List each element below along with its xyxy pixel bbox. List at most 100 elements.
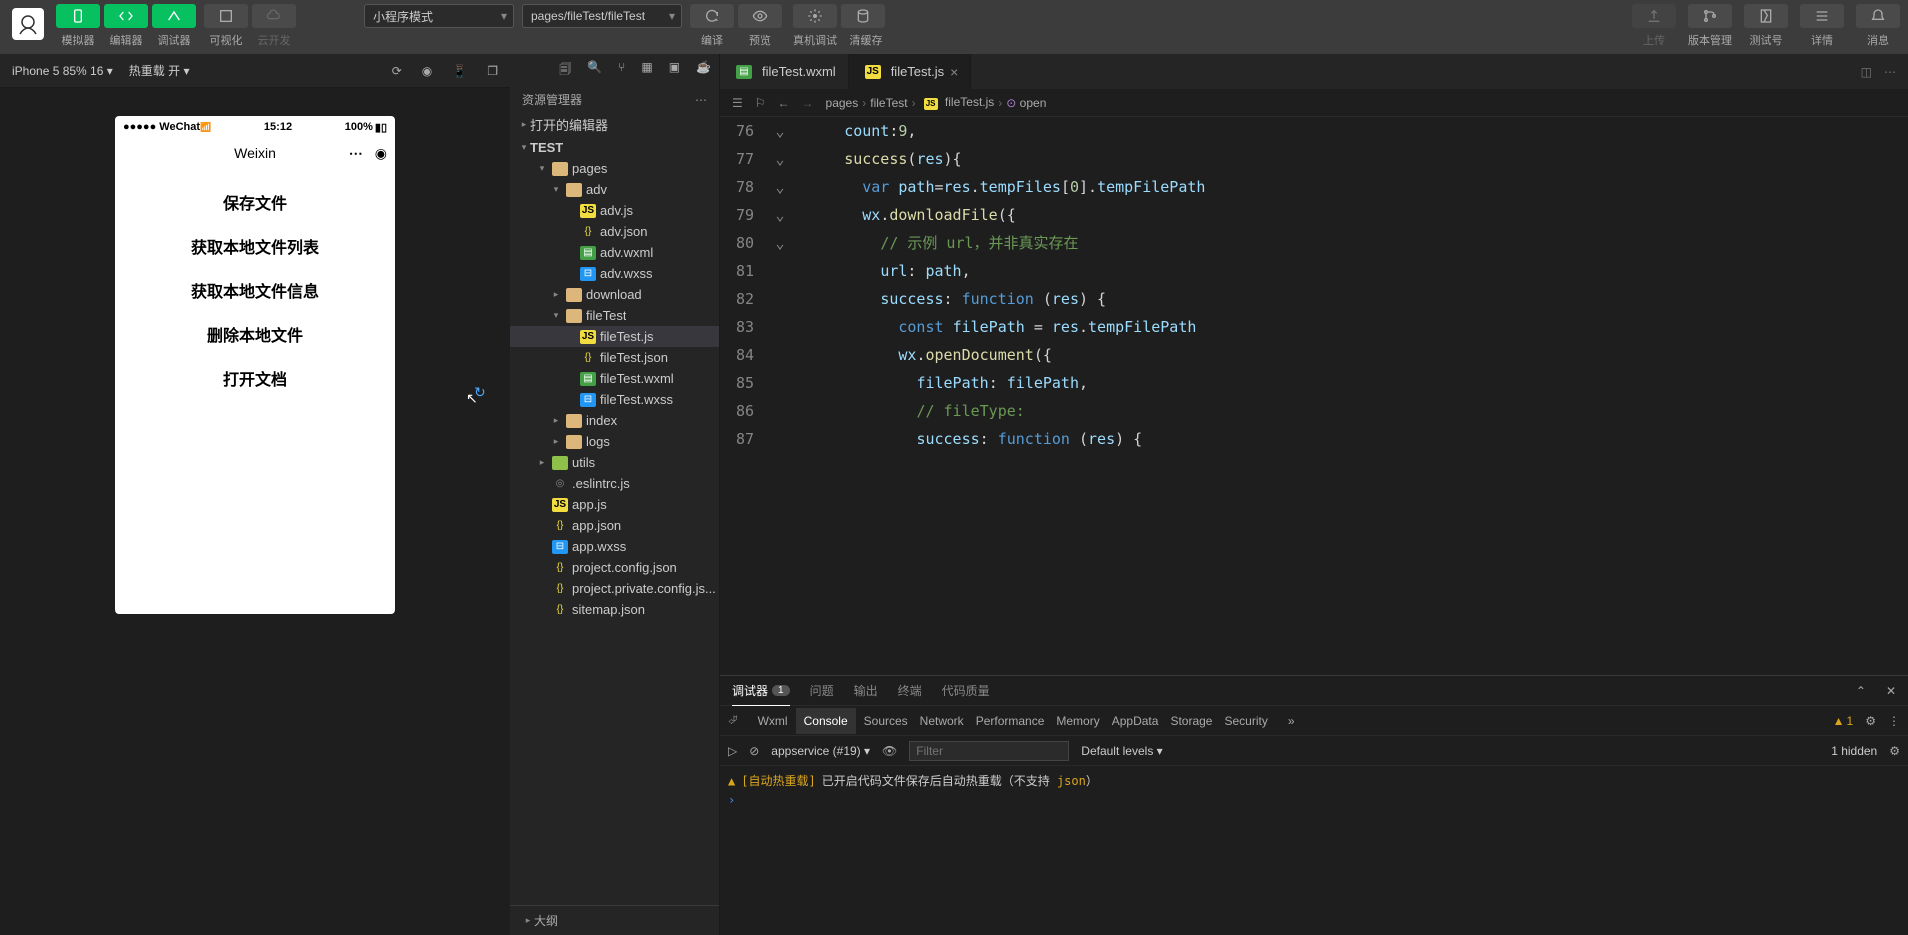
devtools-tab-performance[interactable]: Performance <box>972 708 1049 734</box>
messages-button[interactable] <box>1856 4 1900 28</box>
tree-item[interactable]: JSadv.js <box>510 200 719 221</box>
tab-output[interactable]: 输出 <box>854 682 878 699</box>
phone-button[interactable]: 删除本地文件 <box>115 312 395 356</box>
settings-icon[interactable]: ⚙ <box>1865 714 1876 728</box>
tree-item[interactable]: ▤adv.wxml <box>510 242 719 263</box>
outline-section[interactable]: ▸大纲 <box>510 905 719 935</box>
tree-item[interactable]: ▸index <box>510 410 719 431</box>
eye-icon[interactable]: 👁 <box>882 744 897 758</box>
debugger-button[interactable] <box>152 4 196 28</box>
bookmark-icon[interactable]: ⚐ <box>755 96 766 110</box>
devtools-tab-memory[interactable]: Memory <box>1052 708 1103 734</box>
clear-cache-button[interactable] <box>841 4 885 28</box>
tree-item[interactable]: ▾pages <box>510 158 719 179</box>
phone-button[interactable]: 打开文档 <box>115 356 395 400</box>
tree-item[interactable]: {}fileTest.json <box>510 347 719 368</box>
open-editors-section[interactable]: ▸打开的编辑器 <box>510 112 719 137</box>
tree-item[interactable]: {}project.config.json <box>510 557 719 578</box>
hot-reload-toggle[interactable]: 热重载 开 ▾ <box>129 62 190 79</box>
tree-item[interactable]: ⊟adv.wxss <box>510 263 719 284</box>
tree-item[interactable]: ◎.eslintrc.js <box>510 473 719 494</box>
grid-icon[interactable]: ▦ <box>641 60 652 81</box>
devtools-tab-wxml[interactable]: Wxml <box>754 708 792 734</box>
warning-count[interactable]: ▲ 1 <box>1833 714 1854 728</box>
console-prompt-icon[interactable]: › <box>728 793 735 807</box>
close-panel-icon[interactable]: ✕ <box>1886 684 1896 698</box>
details-button[interactable] <box>1800 4 1844 28</box>
context-selector[interactable]: appservice (#19) ▾ <box>771 744 870 758</box>
tree-item[interactable]: ▸download <box>510 284 719 305</box>
cloud-button[interactable] <box>252 4 296 28</box>
console-filter-input[interactable] <box>909 741 1069 761</box>
visualize-button[interactable] <box>204 4 248 28</box>
remote-debug-button[interactable] <box>793 4 837 28</box>
tree-item[interactable]: {}adv.json <box>510 221 719 242</box>
split-editor-icon[interactable]: ◫ <box>1861 65 1872 79</box>
tree-item[interactable]: ▾adv <box>510 179 719 200</box>
files-icon[interactable]: 🗐 <box>559 60 571 81</box>
preview-button[interactable] <box>738 4 782 28</box>
more-icon[interactable]: ⋯ <box>695 93 707 107</box>
devtools-tab-network[interactable]: Network <box>916 708 968 734</box>
tab-terminal[interactable]: 终端 <box>898 682 922 699</box>
devtools-tab-storage[interactable]: Storage <box>1166 708 1216 734</box>
tab-debugger[interactable]: 调试器 1 <box>732 682 790 706</box>
tree-item[interactable]: ⊟app.wxss <box>510 536 719 557</box>
play-icon[interactable]: ▷ <box>728 744 737 758</box>
version-button[interactable] <box>1688 4 1732 28</box>
tree-item[interactable]: ▾fileTest <box>510 305 719 326</box>
editor-tab[interactable]: JSfileTest.js× <box>849 54 972 89</box>
devtools-tab-appdata[interactable]: AppData <box>1108 708 1163 734</box>
branch-icon[interactable]: ⑂ <box>618 60 625 81</box>
kebab-icon[interactable]: ⋮ <box>1888 714 1900 728</box>
tree-item[interactable]: ▤fileTest.wxml <box>510 368 719 389</box>
stop-icon[interactable]: ◉ <box>422 64 432 78</box>
editor-button[interactable] <box>104 4 148 28</box>
page-dropdown[interactable]: pages/fileTest/fileTest <box>522 4 682 28</box>
device-selector[interactable]: iPhone 5 85% 16 ▾ <box>12 64 113 78</box>
refresh-icon[interactable]: ⟳ <box>392 64 402 78</box>
phone-button[interactable]: 获取本地文件信息 <box>115 268 395 312</box>
root-folder[interactable]: ▾TEST <box>510 137 719 158</box>
simulator-button[interactable] <box>56 4 100 28</box>
phone-icon[interactable]: 📱 <box>452 64 467 78</box>
tree-item[interactable]: ▸utils <box>510 452 719 473</box>
forward-icon[interactable]: → <box>802 96 814 110</box>
close-tab-icon[interactable]: × <box>950 64 958 80</box>
tree-item[interactable]: JSapp.js <box>510 494 719 515</box>
mode-dropdown[interactable]: 小程序模式 <box>364 4 514 28</box>
levels-selector[interactable]: Default levels ▾ <box>1081 744 1162 758</box>
devtools-tab-security[interactable]: Security <box>1220 708 1271 734</box>
tree-item[interactable]: JSfileTest.js <box>510 326 719 347</box>
tree-item[interactable]: ▸logs <box>510 431 719 452</box>
debug-icon[interactable]: ▣ <box>669 60 680 81</box>
devtools-tab-sources[interactable]: Sources <box>860 708 912 734</box>
code-editor[interactable]: 767778798081828384858687 ⌄⌄⌄⌄⌄ count:9, … <box>720 117 1908 675</box>
menu-icon[interactable]: ⋯ <box>349 145 363 162</box>
devtools-tab-console[interactable]: Console <box>796 708 856 734</box>
coffee-icon[interactable]: ☕ <box>696 60 711 81</box>
list-icon[interactable]: ☰ <box>732 96 743 110</box>
more-tabs-icon[interactable]: » <box>1288 714 1295 728</box>
hidden-count[interactable]: 1 hidden <box>1831 744 1877 758</box>
clear-console-icon[interactable]: ⊘ <box>749 744 759 758</box>
compile-button[interactable] <box>690 4 734 28</box>
testid-button[interactable] <box>1744 4 1788 28</box>
windows-icon[interactable]: ❐ <box>487 64 498 78</box>
phone-button[interactable]: 获取本地文件列表 <box>115 224 395 268</box>
tree-item[interactable]: {}app.json <box>510 515 719 536</box>
back-icon[interactable]: ← <box>778 96 790 110</box>
tree-item[interactable]: {}sitemap.json <box>510 599 719 620</box>
tree-item[interactable]: ⊟fileTest.wxss <box>510 389 719 410</box>
target-icon[interactable]: ◉ <box>375 145 387 162</box>
tab-quality[interactable]: 代码质量 <box>942 682 990 699</box>
more-editor-icon[interactable]: ⋯ <box>1884 65 1896 79</box>
search-icon[interactable]: 🔍 <box>587 60 602 81</box>
gear-icon[interactable]: ⚙ <box>1889 744 1900 758</box>
tree-item[interactable]: {}project.private.config.js... <box>510 578 719 599</box>
breadcrumb[interactable]: pages›fileTest›JS fileTest.js›⊙ open <box>826 95 1047 110</box>
chevron-up-icon[interactable]: ⌃ <box>1856 684 1866 698</box>
upload-button[interactable] <box>1632 4 1676 28</box>
phone-button[interactable]: 保存文件 <box>115 180 395 224</box>
editor-tab[interactable]: ▤fileTest.wxml <box>720 54 849 89</box>
